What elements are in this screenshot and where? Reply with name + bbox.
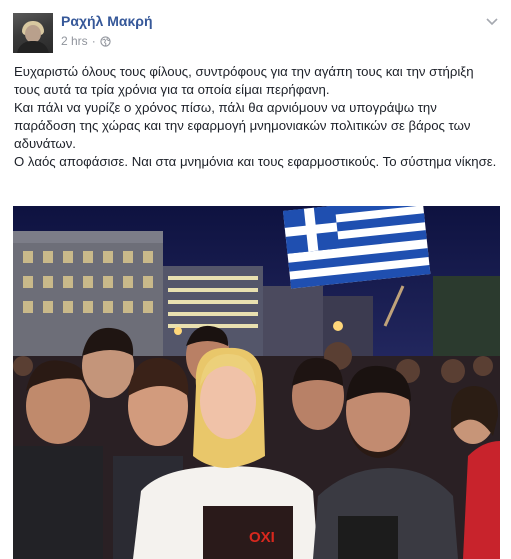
avatar-body — [17, 41, 49, 53]
post-paragraph: Και πάλι να γυρίζε ο χρόνος πίσω, πάλι θ… — [14, 100, 471, 151]
post-paragraph: Ευχαριστώ όλους τους φίλους, συντρόφους … — [14, 64, 474, 97]
post-paragraph: Ο λαός αποφάσισε. Ναι στα μνημόνια και τ… — [14, 154, 497, 169]
post-meta: 2 hrs · — [61, 34, 111, 48]
post-time[interactable]: 2 hrs — [61, 34, 88, 48]
post-text: Ευχαριστώ όλους τους φίλους, συντρόφους … — [14, 63, 500, 171]
facebook-post: Ραχήλ Μακρή 2 hrs · Ευχαριστώ όλους τους… — [0, 0, 511, 559]
author-avatar[interactable] — [13, 13, 53, 53]
chevron-down-icon[interactable] — [485, 14, 499, 28]
post-photo[interactable]: OXI — [13, 206, 500, 559]
shirt-text: OXI — [249, 529, 275, 546]
author-name[interactable]: Ραχήλ Μακρή — [61, 13, 153, 29]
crowd-photo-illustration: OXI — [13, 206, 500, 559]
greek-flag — [283, 206, 431, 289]
globe-icon[interactable] — [100, 35, 111, 47]
meta-separator: · — [91, 34, 96, 48]
